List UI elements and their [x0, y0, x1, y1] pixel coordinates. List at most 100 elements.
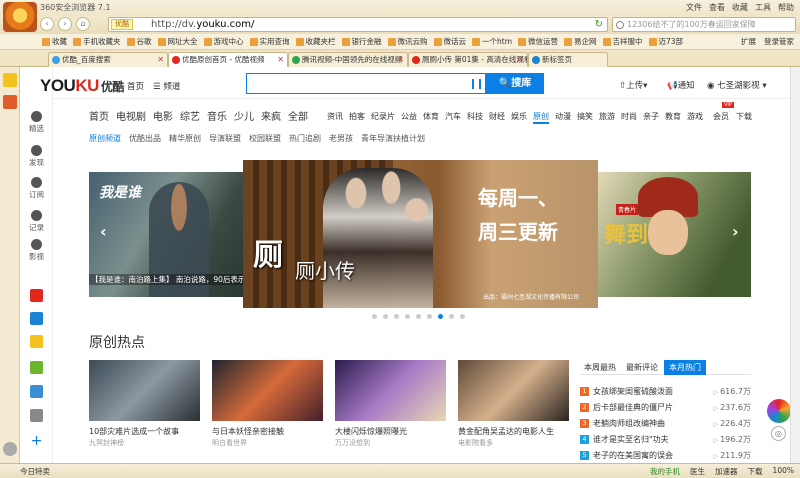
- fav-item[interactable]: 收藏: [42, 36, 67, 47]
- channel-link[interactable]: 亲子: [643, 111, 659, 124]
- video-title[interactable]: 大楼闪烁惊爆照曝光: [335, 426, 407, 437]
- ranking-item[interactable]: 5 老子的在美国寓的误会 211.9万: [580, 450, 751, 462]
- ranking-tab[interactable]: 最新评论: [626, 360, 658, 375]
- fav-item[interactable]: 游戏中心: [203, 36, 244, 47]
- close-icon[interactable]: ✕: [157, 53, 164, 66]
- browser-tab[interactable]: 优酷_百度搜索 ✕: [48, 52, 168, 67]
- channel-link[interactable]: 时尚: [621, 111, 637, 124]
- video-title[interactable]: 黄金配角吴孟达的电影人生: [458, 426, 554, 437]
- forward-icon[interactable]: ›: [58, 17, 72, 31]
- zoom-level[interactable]: 100%: [773, 466, 794, 477]
- menu-tools[interactable]: 工具: [755, 2, 771, 13]
- channel-link[interactable]: 汽车: [445, 111, 461, 124]
- youku-search-input[interactable]: [246, 73, 486, 94]
- channel-link[interactable]: 拍客: [349, 111, 365, 124]
- my-phone-button[interactable]: 我的手机: [650, 466, 680, 477]
- headset-icon[interactable]: ◎: [771, 426, 786, 441]
- carousel-dot[interactable]: [372, 314, 377, 319]
- user-menu[interactable]: ◉ 七圣湖影视 ▾: [707, 79, 767, 91]
- carousel-dot[interactable]: [438, 314, 443, 319]
- status-deals[interactable]: 今日特卖: [20, 466, 50, 477]
- ranking-item[interactable]: 1 女孩绑架闺蜜硫酸泼面 616.7万: [580, 386, 751, 398]
- channel-link[interactable]: 财经: [489, 111, 505, 124]
- channel-link[interactable]: 公益: [401, 111, 417, 124]
- add-channel-button[interactable]: +: [20, 433, 53, 449]
- channel-link[interactable]: 少儿: [234, 108, 254, 123]
- subnav-item[interactable]: 导演联盟: [209, 133, 241, 144]
- app-shortcut[interactable]: [20, 312, 53, 325]
- app-shortcut[interactable]: [20, 385, 53, 398]
- upload-button[interactable]: ⇧上传▾: [619, 79, 647, 91]
- video-source[interactable]: 九冥封神榜: [89, 438, 124, 448]
- fav-item[interactable]: 微话云: [433, 36, 466, 47]
- fav-item[interactable]: 一个htm: [472, 36, 512, 47]
- vertical-scrollbar[interactable]: [790, 67, 800, 467]
- video-title[interactable]: 10部灾难片选成一个故事: [89, 426, 179, 437]
- video-title[interactable]: 与日本妖怪亲密接触: [212, 426, 284, 437]
- video-source[interactable]: 万万没想到: [335, 438, 370, 448]
- fav-item[interactable]: 手机收藏夹: [73, 36, 121, 47]
- browser-tab[interactable]: 腾讯视频-中国领先的在线视频 ✕: [288, 52, 408, 67]
- floating-widget-icon[interactable]: [767, 399, 791, 423]
- app-shortcut[interactable]: [20, 289, 53, 302]
- ranking-item[interactable]: 2 后卡部最佳典的僵尸片 237.6万: [580, 402, 751, 414]
- menu-help[interactable]: 帮助: [778, 2, 794, 13]
- nav-discover[interactable]: 发现: [20, 145, 53, 168]
- ranking-tab[interactable]: 本周最热: [584, 360, 616, 375]
- subnav-item[interactable]: 老男孩: [329, 133, 353, 144]
- accelerator-button[interactable]: 加速器: [715, 466, 738, 477]
- menu-view[interactable]: 查看: [709, 2, 725, 13]
- browser-tab[interactable]: 新标签页: [528, 52, 608, 67]
- close-icon[interactable]: ✕: [397, 53, 404, 66]
- nav-subscribe[interactable]: 订阅: [20, 177, 53, 200]
- carousel-dot[interactable]: [416, 314, 421, 319]
- carousel-dot[interactable]: [427, 314, 432, 319]
- menu-file[interactable]: 文件: [686, 2, 702, 13]
- channel-link-active[interactable]: 原创: [533, 111, 549, 124]
- fav-item[interactable]: 收藏夹栏: [295, 36, 336, 47]
- star-icon[interactable]: [3, 73, 17, 87]
- channel-link[interactable]: 搞笑: [577, 111, 593, 124]
- carousel-main-slide[interactable]: 厕 厕小传 每周一、 周三更新 出品：福州七圣湖文化传播有限公司: [243, 160, 598, 308]
- browser-search-input[interactable]: 12306给不了的100万春运回家保障: [612, 17, 796, 32]
- fav-item[interactable]: 吉祥服中: [602, 36, 643, 47]
- fav-item[interactable]: 实用查询: [249, 36, 290, 47]
- browser-logo-icon[interactable]: [3, 2, 37, 32]
- back-icon[interactable]: ‹: [40, 17, 54, 31]
- subnav-item[interactable]: 精华原创: [169, 133, 201, 144]
- carousel-prev-arrow-icon[interactable]: ‹: [100, 222, 107, 241]
- ranking-tab-active[interactable]: 本月热门: [664, 360, 706, 375]
- channel-link[interactable]: 旅游: [599, 111, 615, 124]
- fav-item[interactable]: 网址大全: [157, 36, 198, 47]
- fav-item[interactable]: 易企网: [564, 36, 597, 47]
- youku-logo[interactable]: YOUKU 优酷: [40, 76, 124, 96]
- channel-link[interactable]: 全部: [288, 108, 308, 123]
- app-shortcut[interactable]: [20, 335, 53, 348]
- channel-link[interactable]: 体育: [423, 111, 439, 124]
- close-icon[interactable]: ✕: [277, 53, 284, 66]
- close-icon[interactable]: ✕: [517, 53, 524, 66]
- browser-tab[interactable]: 厕厕小传 第01集 - 高清在线观看 ✕: [408, 52, 528, 67]
- fav-item[interactable]: 银行金融: [341, 36, 382, 47]
- channel-link[interactable]: 纪录片: [371, 111, 395, 124]
- fav-item[interactable]: 谷歌: [126, 36, 152, 47]
- video-thumbnail[interactable]: [212, 360, 323, 421]
- nav-movies[interactable]: 影视: [20, 239, 53, 262]
- fav-item[interactable]: 迈73部: [648, 36, 683, 47]
- carousel-dot[interactable]: [405, 314, 410, 319]
- login-manager-button[interactable]: 登录管家: [764, 36, 794, 47]
- home-link[interactable]: 首页: [127, 80, 144, 92]
- menu-favorites[interactable]: 收藏: [732, 2, 748, 13]
- video-thumbnail[interactable]: [335, 360, 446, 421]
- fav-item[interactable]: 微讯云购: [387, 36, 428, 47]
- search-button[interactable]: 🔍搜库: [486, 73, 544, 94]
- discount-icon[interactable]: [3, 95, 17, 109]
- channel-link[interactable]: 综艺: [180, 108, 200, 123]
- download-link[interactable]: 下载: [736, 111, 752, 122]
- channel-link[interactable]: 教育: [665, 111, 681, 124]
- carousel-dot[interactable]: [460, 314, 465, 319]
- video-thumbnail[interactable]: [89, 360, 200, 421]
- ranking-item[interactable]: 3 老躺肉师组改编神曲 226.4万: [580, 418, 751, 430]
- fav-item[interactable]: 微信运营: [518, 36, 558, 47]
- nav-history[interactable]: 记录: [20, 210, 53, 233]
